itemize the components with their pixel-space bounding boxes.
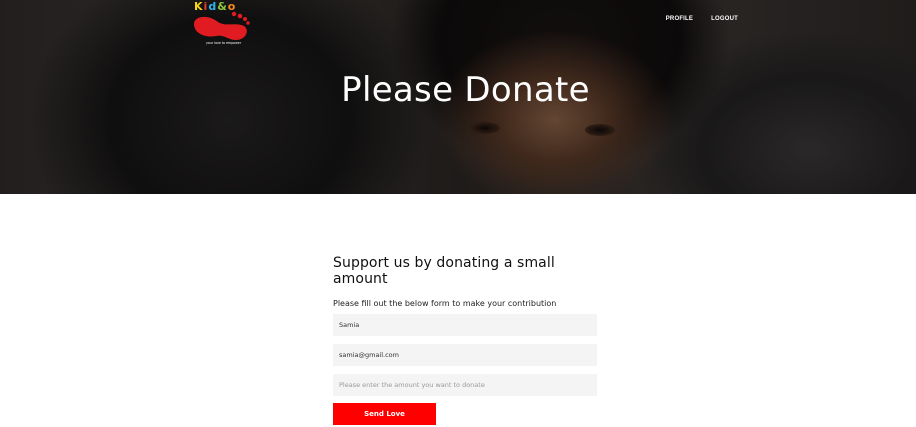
logo-wordmark: Kid&o (194, 0, 237, 13)
send-love-button[interactable]: Send Love (333, 403, 436, 425)
hero-banner: your love to empower Kid&o PROFILE LOGOU… (0, 0, 916, 194)
nav-profile-link[interactable]: PROFILE (666, 16, 693, 22)
hero-photo-detail (585, 124, 615, 136)
form-heading: Support us by donating a small amount (333, 255, 555, 287)
top-nav: PROFILE LOGOUT (666, 16, 738, 22)
email-field[interactable] (333, 344, 597, 366)
svg-text:your love to empower: your love to empower (206, 41, 242, 45)
nav-logout-link[interactable]: LOGOUT (711, 16, 738, 22)
donation-form-section: Support us by donating a small amount Pl… (333, 255, 597, 425)
amount-field[interactable] (333, 374, 597, 396)
site-logo[interactable]: your love to empower Kid&o (188, 0, 252, 46)
form-subtext: Please fill out the below form to make y… (333, 299, 557, 308)
name-field[interactable] (333, 314, 597, 336)
hero-photo-detail (470, 122, 500, 134)
donation-form: Send Love (333, 314, 597, 425)
page-title: Please Donate (341, 70, 590, 110)
